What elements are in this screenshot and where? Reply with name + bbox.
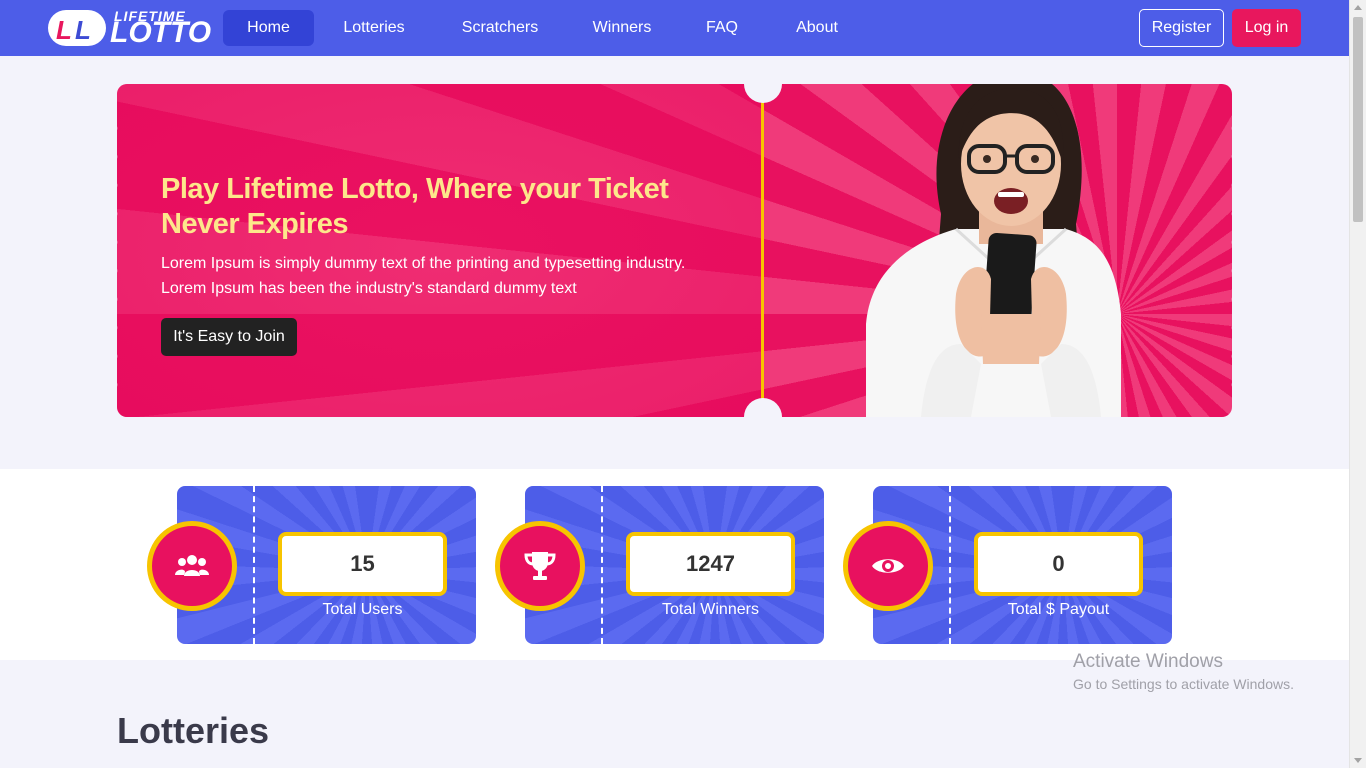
page-scrollbar[interactable] xyxy=(1349,0,1366,768)
logo-main-text: LOTTO xyxy=(110,16,212,49)
main-nav: Home Lotteries Scratchers Winners FAQ Ab… xyxy=(223,10,868,46)
stat-label: Total Winners xyxy=(662,601,759,618)
scroll-thumb[interactable] xyxy=(1353,17,1363,222)
top-navbar: LL LIFETIME LOTTO Home Lotteries Scratch… xyxy=(0,0,1349,56)
ticket-scallop-left xyxy=(117,114,126,394)
lotteries-section-title: Lotteries xyxy=(117,710,270,751)
nav-winners[interactable]: Winners xyxy=(570,10,674,46)
ticket-scallop-right xyxy=(1223,114,1232,394)
stat-total-payout: 0 Total $ Payout xyxy=(843,486,1172,644)
stat-value: 0 xyxy=(974,532,1143,596)
hero-title: Play Lifetime Lotto, Where your Ticket N… xyxy=(161,173,669,240)
stat-total-users: 15 Total Users xyxy=(147,486,476,644)
lifetime-lotto-logo[interactable]: LL LIFETIME LOTTO xyxy=(48,8,212,49)
users-icon xyxy=(175,555,209,576)
stat-value: 15 xyxy=(278,532,447,596)
logo-badge: LL xyxy=(48,10,106,46)
nav-lotteries[interactable]: Lotteries xyxy=(318,10,430,46)
stat-label: Total Users xyxy=(322,601,403,618)
eye-icon xyxy=(872,559,904,573)
nav-faq[interactable]: FAQ xyxy=(682,10,762,46)
stat-icon-ring xyxy=(843,521,933,611)
excited-woman-image xyxy=(866,84,1121,417)
join-button[interactable]: It's Easy to Join xyxy=(161,318,297,356)
activate-windows-hint: Go to Settings to activate Windows. xyxy=(1073,676,1294,692)
register-button[interactable]: Register xyxy=(1139,9,1224,47)
nav-home[interactable]: Home xyxy=(223,10,314,46)
stat-icon-ring xyxy=(495,521,585,611)
hero-description: Lorem Ipsum is simply dummy text of the … xyxy=(161,255,686,297)
stat-label: Total $ Payout xyxy=(1007,601,1110,618)
hero-ticket-banner: Play Lifetime Lotto, Where your Ticket N… xyxy=(117,84,1232,417)
nav-about[interactable]: About xyxy=(770,10,864,46)
ticket-divider xyxy=(761,94,764,407)
trophy-icon xyxy=(524,552,556,580)
activate-windows-watermark: Activate Windows xyxy=(1073,651,1223,672)
stat-value: 1247 xyxy=(626,532,795,596)
stat-icon-ring xyxy=(147,521,237,611)
scroll-down-icon[interactable] xyxy=(1354,758,1362,763)
nav-scratchers[interactable]: Scratchers xyxy=(438,10,562,46)
stat-total-winners: 1247 Total Winners xyxy=(495,486,824,644)
login-button[interactable]: Log in xyxy=(1232,9,1301,47)
scroll-up-icon[interactable] xyxy=(1354,5,1362,10)
